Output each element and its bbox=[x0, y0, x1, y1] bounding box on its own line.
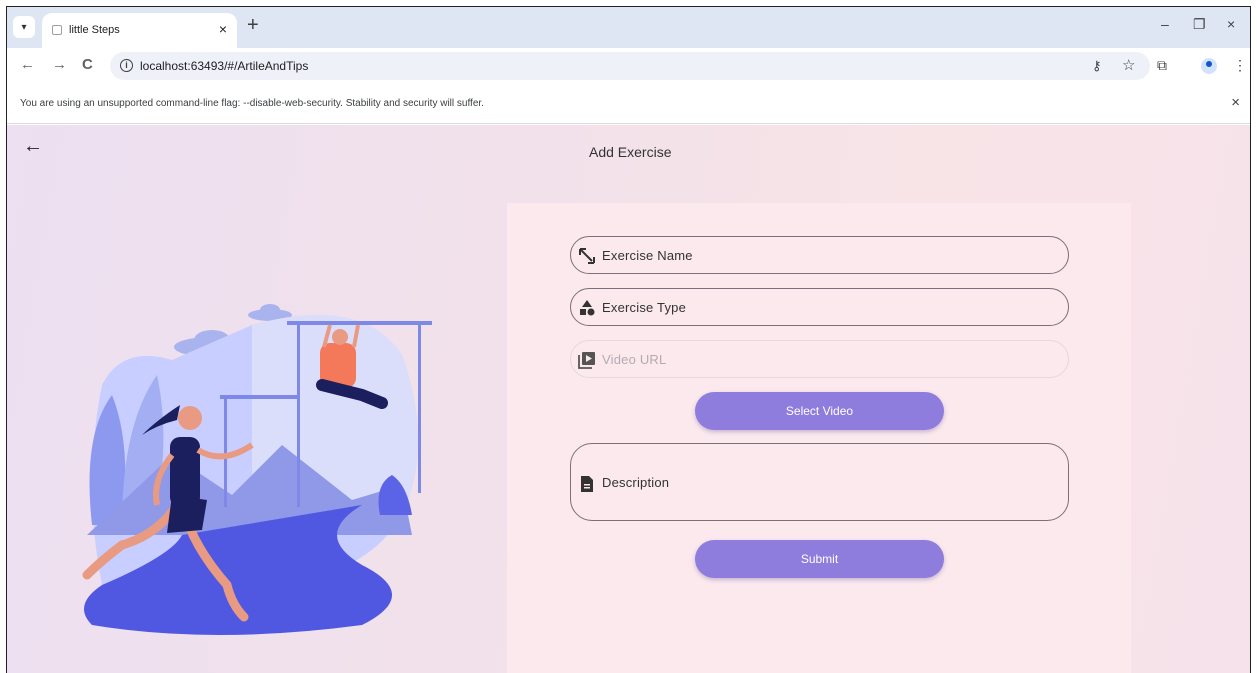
url-text[interactable]: localhost:63493/#/ArtileAndTips bbox=[140, 59, 308, 73]
address-bar[interactable]: i localhost:63493/#/ArtileAndTips ⚷ ☆ bbox=[110, 52, 1150, 80]
description-field[interactable]: Description bbox=[570, 443, 1069, 521]
exercise-type-field[interactable]: Exercise Type bbox=[570, 288, 1069, 326]
tab-close-icon[interactable]: × bbox=[219, 21, 227, 37]
extensions-icon[interactable]: ⧉ bbox=[1157, 57, 1167, 74]
tab-strip: ▾ little Steps × + – ❐ × bbox=[7, 7, 1250, 48]
infobar-close-icon[interactable]: × bbox=[1231, 94, 1240, 111]
exercise-type-label: Exercise Type bbox=[602, 300, 687, 315]
tab-title: little Steps bbox=[69, 24, 120, 36]
infobar-message: You are using an unsupported command-lin… bbox=[20, 98, 484, 109]
reload-icon[interactable]: C bbox=[82, 56, 93, 73]
submit-button[interactable]: Submit bbox=[695, 540, 944, 578]
bookmark-star-icon[interactable]: ☆ bbox=[1122, 56, 1135, 74]
back-nav-icon[interactable]: ← bbox=[20, 56, 35, 73]
exercise-illustration bbox=[82, 304, 432, 635]
video-url-field[interactable]: Video URL bbox=[570, 340, 1069, 378]
description-label: Description bbox=[602, 475, 670, 490]
window-close-icon[interactable]: × bbox=[1227, 16, 1235, 32]
document-icon bbox=[581, 476, 593, 492]
video-library-icon bbox=[578, 352, 595, 369]
restore-icon[interactable]: ❐ bbox=[1193, 16, 1206, 33]
new-tab-icon[interactable]: + bbox=[247, 15, 259, 35]
tab-search-icon[interactable]: ▾ bbox=[13, 16, 35, 38]
exercise-name-field[interactable]: Exercise Name bbox=[570, 236, 1069, 274]
browser-toolbar: ← → C i localhost:63493/#/ArtileAndTips … bbox=[7, 48, 1250, 84]
profile-avatar-icon[interactable] bbox=[1201, 58, 1217, 74]
tab-little-steps[interactable]: little Steps × bbox=[42, 13, 237, 48]
password-key-icon[interactable]: ⚷ bbox=[1092, 58, 1102, 74]
favicon-icon bbox=[52, 25, 62, 35]
app-page: ← Add Exercise Exercise Name Exercise Ty… bbox=[7, 125, 1250, 673]
video-url-label: Video URL bbox=[602, 352, 667, 367]
warning-infobar: You are using an unsupported command-lin… bbox=[7, 84, 1250, 124]
select-video-button[interactable]: Select Video bbox=[695, 392, 944, 430]
minimize-icon[interactable]: – bbox=[1161, 16, 1169, 32]
back-arrow-icon[interactable]: ← bbox=[23, 135, 43, 158]
page-title: Add Exercise bbox=[589, 144, 672, 160]
expand-arrows-icon bbox=[579, 248, 595, 264]
exercise-name-label: Exercise Name bbox=[602, 248, 693, 263]
category-shapes-icon bbox=[580, 300, 595, 316]
site-info-icon[interactable]: i bbox=[120, 59, 133, 72]
browser-menu-icon[interactable]: ⋮ bbox=[1233, 57, 1247, 74]
forward-nav-icon[interactable]: → bbox=[52, 56, 67, 73]
browser-window: ▾ little Steps × + – ❐ × ← → C i localho… bbox=[6, 6, 1251, 673]
